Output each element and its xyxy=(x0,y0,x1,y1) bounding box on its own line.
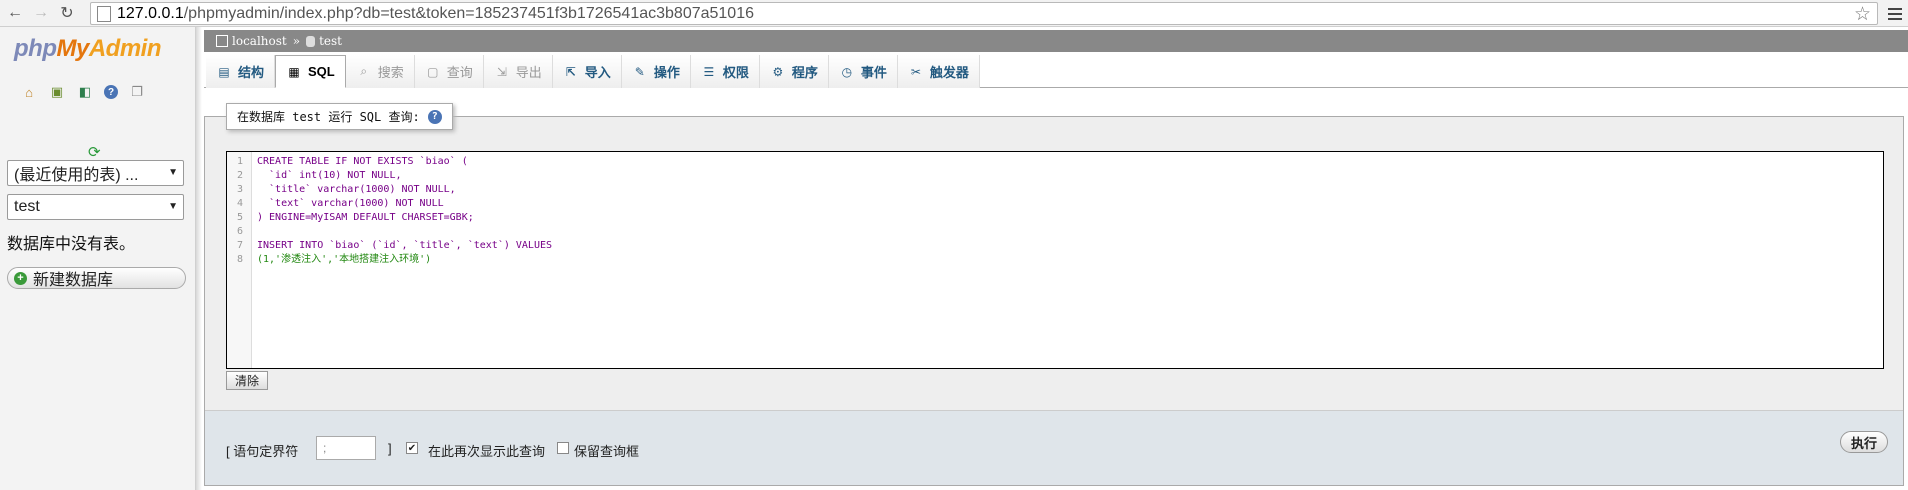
wrench-icon: ✎ xyxy=(634,64,645,79)
tab-export[interactable]: ⇲ 导出 xyxy=(483,55,553,88)
tab-events[interactable]: ◷ 事件 xyxy=(828,55,898,88)
back-icon[interactable]: ← xyxy=(4,2,26,24)
clear-button[interactable]: 清除 xyxy=(226,371,269,390)
browser-menu-icon[interactable] xyxy=(1884,3,1906,25)
sql-editor[interactable]: 1 2 3 4 5 6 7 8 CREATE TABLE IF NOT EXIS… xyxy=(226,151,1884,369)
code-text-line: (1,'渗透注入','本地搭建注入环境') xyxy=(257,254,432,265)
privileges-icon: ☰ xyxy=(703,64,715,79)
help-icon[interactable]: ? xyxy=(104,85,118,99)
triggers-icon: ✂ xyxy=(910,64,921,79)
new-database-button[interactable]: + 新建数据库 xyxy=(7,267,186,289)
plus-icon: + xyxy=(14,271,27,285)
query-legend: 在数据库 test 运行 SQL 查询: ? xyxy=(226,103,453,130)
tab-routines[interactable]: ⚙ 程序 xyxy=(759,55,829,88)
tab-query[interactable]: ▢ 查询 xyxy=(414,55,484,88)
reload-icon[interactable]: ↻ xyxy=(56,2,78,24)
show-again-checkbox[interactable]: ✔ xyxy=(406,442,418,454)
docs-icon[interactable]: ❐ xyxy=(128,83,146,101)
sql-icon: ▦ xyxy=(288,64,300,79)
address-bar[interactable]: 127.0.0.1/phpmyadmin/index.php?db=test&t… xyxy=(90,2,1878,25)
keep-box-checkbox[interactable] xyxy=(557,442,569,454)
delimiter-bracket: ] xyxy=(388,441,392,456)
database-select[interactable]: test ▼ xyxy=(7,194,184,220)
import-icon: ⇱ xyxy=(565,64,576,79)
home-icon[interactable]: ⌂ xyxy=(20,83,38,101)
tab-search[interactable]: ⌕ 搜索 xyxy=(345,55,415,88)
tab-triggers[interactable]: ✂ 触发器 xyxy=(897,55,980,88)
breadcrumb: localhost » test xyxy=(204,30,1908,52)
navigation-panel: phpMyAdmin ⌂ ▣ ◧ ? ❐ ⟳ xyxy=(0,27,196,490)
reload-nav-icon[interactable]: ⟳ xyxy=(88,143,101,161)
server-icon xyxy=(216,35,228,47)
url-host: 127.0.0.1 xyxy=(117,4,184,22)
recent-tables-select[interactable]: (最近使用的表) ... ▼ xyxy=(7,160,184,186)
search-icon: ⌕ xyxy=(360,64,368,78)
show-again-label[interactable]: 在此再次显示此查询 xyxy=(428,441,545,460)
chevron-down-icon: ▼ xyxy=(168,201,178,212)
code-text-line: CREATE TABLE IF NOT EXISTS `biao` ( xyxy=(257,156,468,167)
breadcrumb-separator: » xyxy=(292,34,301,48)
routines-icon: ⚙ xyxy=(772,64,784,79)
forward-icon[interactable]: → xyxy=(30,2,52,24)
export-icon: ⇲ xyxy=(496,64,507,79)
code-text-line: INSERT INTO `biao` (`id`, `title`, `text… xyxy=(257,240,553,251)
phpmyadmin-logo[interactable]: phpMyAdmin xyxy=(14,35,162,63)
tab-structure[interactable]: ▤ 结构 xyxy=(206,55,276,88)
go-button[interactable]: 执行 xyxy=(1840,431,1889,453)
bookmark-star-icon[interactable]: ☆ xyxy=(1854,3,1871,26)
structure-icon: ▤ xyxy=(218,64,230,79)
logout-icon[interactable]: ▣ xyxy=(48,83,66,101)
chevron-down-icon: ▼ xyxy=(168,167,178,178)
database-icon xyxy=(306,35,316,47)
breadcrumb-db[interactable]: test xyxy=(319,34,342,48)
tab-privileges[interactable]: ☰ 权限 xyxy=(690,55,760,88)
no-tables-text: 数据库中没有表。 xyxy=(7,236,136,253)
tab-operations[interactable]: ✎ 操作 xyxy=(621,55,691,88)
tab-import[interactable]: ⇱ 导入 xyxy=(552,55,622,88)
events-icon: ◷ xyxy=(841,64,853,79)
query-window-icon[interactable]: ◧ xyxy=(76,83,94,101)
breadcrumb-server[interactable]: localhost xyxy=(232,34,287,48)
delimiter-label: [ 语句定界符 xyxy=(226,444,299,459)
page-icon xyxy=(97,5,111,22)
keep-box-label[interactable]: 保留查询框 xyxy=(574,441,639,460)
nav-icon-row: ⌂ ▣ ◧ ? ❐ xyxy=(20,83,146,101)
url-path: /phpmyadmin/index.php?db=test&token=1852… xyxy=(183,4,754,22)
code-text-line: `id` int(10) NOT NULL, xyxy=(257,170,402,181)
panel-shadow xyxy=(196,27,202,490)
tab-bar: ▤ 结构 ▦ SQL ⌕ 搜索 ▢ 查询 ⇲ 导出 ⇱ 导入 ✎ 操作 ☰ 权限 ⚙ 程序 ◷ 事件… xyxy=(204,55,1908,88)
query-icon: ▢ xyxy=(427,64,439,79)
code-text-line xyxy=(257,225,1907,239)
code-text-line: `title` varchar(1000) NOT NULL, xyxy=(257,184,456,195)
help-icon[interactable]: ? xyxy=(427,109,442,124)
code-text-line: ) ENGINE=MyISAM DEFAULT CHARSET=GBK; xyxy=(257,212,474,223)
code-text-line: `text` varchar(1000) NOT NULL xyxy=(257,198,444,209)
delimiter-input[interactable] xyxy=(316,436,376,460)
tab-sql[interactable]: ▦ SQL xyxy=(275,55,346,88)
browser-toolbar: ← → ↻ 127.0.0.1/phpmyadmin/index.php?db=… xyxy=(0,0,1908,27)
